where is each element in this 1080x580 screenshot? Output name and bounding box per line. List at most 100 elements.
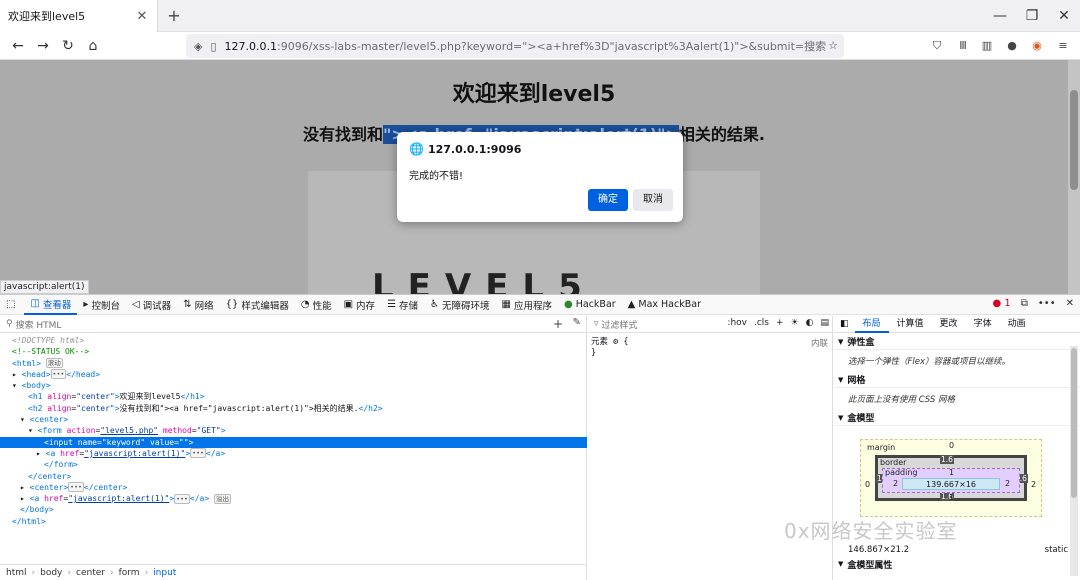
padding-bottom-value[interactable]: 1 (949, 493, 954, 502)
cls-button[interactable]: .cls (754, 318, 769, 328)
tab-performance[interactable]: ◔ 性能 (295, 295, 338, 315)
tab-computed[interactable]: 计算值 (889, 316, 932, 333)
light-mode-icon[interactable]: ☀ (791, 318, 799, 328)
box-model-border[interactable]: border 1.6 1.6 1.6 1.6 padding 1 1 2 2 1… (875, 455, 1028, 502)
breadcrumb-body[interactable]: body (40, 568, 62, 578)
flex-section-header[interactable]: ▼ 弹性盒 (834, 334, 1080, 350)
globe-icon: 🌐 (409, 142, 424, 156)
html-search-input[interactable]: 搜索 HTML (15, 318, 61, 331)
tab-close-icon[interactable]: ✕ (135, 9, 149, 24)
box-model-margin[interactable]: margin 0 0 2 border 1.6 1.6 1.6 1.6 padd… (860, 439, 1042, 517)
shield-icon[interactable]: ◈ (194, 40, 202, 53)
tree-row[interactable]: <h1 align="center">欢迎来到level5</h1> (0, 391, 587, 402)
browser-tab[interactable]: 欢迎来到level5 ✕ (0, 0, 158, 32)
gear-icon[interactable]: ⚙ (613, 337, 618, 347)
margin-top-value[interactable]: 0 (949, 441, 954, 450)
tab-hackbar[interactable]: ● HackBar (558, 295, 622, 315)
padding-top-value[interactable]: 1 (949, 468, 954, 477)
tree-row[interactable]: ▸ <center> ••• </center> (0, 482, 587, 493)
new-tab-button[interactable]: + (164, 6, 184, 26)
sidebar-icon[interactable]: ▥ (978, 38, 996, 54)
padding-right-value[interactable]: 2 (1005, 479, 1010, 488)
sidebar-toggle-icon[interactable]: ◧ (834, 319, 855, 329)
dock-icon[interactable]: ⧉ (1021, 298, 1028, 309)
margin-right-value[interactable]: 2 (1031, 480, 1036, 489)
tab-console[interactable]: ▸ 控制台 (77, 295, 126, 315)
breadcrumb-center[interactable]: center (76, 568, 105, 578)
breadcrumb-input[interactable]: input (153, 568, 176, 578)
minimize-button[interactable]: — (984, 4, 1016, 28)
hov-button[interactable]: :hov (727, 318, 747, 328)
tree-row[interactable]: ▾ <center> (0, 414, 587, 425)
url-bar[interactable]: ◈ ▯ 127.0.0.1:9096/xss-labs-master/level… (186, 34, 844, 58)
extension-icon[interactable]: ◉ (1028, 38, 1046, 54)
tab-memory[interactable]: ▣ 内存 (338, 295, 381, 315)
tab-accessibility[interactable]: ♿ 无障碍环境 (424, 295, 495, 315)
home-icon[interactable]: ⌂ (81, 36, 105, 56)
add-node-icon[interactable]: + (553, 317, 563, 331)
layout-scrollbar[interactable] (1070, 346, 1078, 576)
hackbar-icon: ● (564, 299, 573, 310)
dark-mode-icon[interactable]: ◐ (806, 318, 814, 328)
error-count[interactable]: ● 1 (992, 298, 1010, 309)
back-icon[interactable]: ← (6, 36, 30, 56)
tree-row[interactable]: ▾ <form action="level5.php" method="GET"… (0, 425, 587, 436)
tree-row[interactable]: <h2 align="center">没有找到和"><a href="javas… (0, 403, 587, 414)
tab-debugger[interactable]: ◁ 调试器 (126, 295, 177, 315)
layout-scrollbar-thumb[interactable] (1071, 348, 1077, 498)
account-icon[interactable]: ● (1003, 38, 1021, 54)
eyedropper-icon[interactable]: ✎ (573, 317, 581, 328)
bookmark-star-icon[interactable]: ☆ (824, 38, 842, 54)
reload-icon[interactable]: ↻ (56, 36, 80, 56)
page-info-icon[interactable]: ▯ (210, 40, 216, 53)
tree-row[interactable]: <!--STATUS OK--> (0, 346, 587, 357)
library-icon[interactable]: Ⅲ (954, 38, 972, 54)
page-scrollbar[interactable] (1068, 60, 1080, 294)
tab-max-hackbar[interactable]: ▲ Max HackBar (622, 295, 707, 315)
tab-animations[interactable]: 动画 (1000, 316, 1034, 333)
breadcrumb-html[interactable]: html (6, 568, 27, 578)
pocket-icon[interactable]: ⛉ (928, 38, 946, 54)
box-model-section-header[interactable]: ▼ 盒模型 (834, 410, 1080, 426)
restore-button[interactable]: ❐ (1016, 4, 1048, 28)
page-scrollbar-thumb[interactable] (1070, 90, 1078, 190)
tab-application[interactable]: ▦ 应用程序 (496, 295, 558, 315)
tab-storage[interactable]: ☰ 存储 (381, 295, 424, 315)
tree-row[interactable]: <html> 滚动 (0, 358, 587, 369)
tree-row[interactable]: ▸ <a href="javascript:alert(1)"> ••• </a> … (0, 493, 587, 504)
menu-icon[interactable]: ≡ (1054, 38, 1072, 54)
tree-row[interactable]: </form> (0, 459, 587, 470)
close-window-button[interactable]: ✕ (1048, 4, 1080, 28)
box-model-content[interactable]: 139.667×16 (902, 478, 1000, 490)
add-rule-icon[interactable]: + (776, 318, 784, 328)
tree-row[interactable]: </center> (0, 471, 587, 482)
tree-row[interactable]: ▸ <head> ••• </head> (0, 369, 587, 380)
tab-network[interactable]: ⇅ 网络 (177, 295, 219, 315)
grid-section-header[interactable]: ▼ 网格 (834, 372, 1080, 388)
filter-styles-input[interactable]: 过滤样式 (601, 318, 637, 331)
ok-button[interactable]: 确定 (588, 189, 628, 211)
close-devtools-icon[interactable]: ✕ (1066, 298, 1074, 309)
breadcrumb-form[interactable]: form (119, 568, 140, 578)
tab-inspector[interactable]: ◫ 查看器 (24, 295, 78, 315)
tab-style-editor[interactable]: {} 样式编辑器 (220, 295, 295, 315)
tab-layout[interactable]: 布局 (854, 316, 889, 333)
margin-left-value[interactable]: 0 (865, 480, 870, 489)
padding-left-value[interactable]: 2 (893, 479, 898, 488)
tree-row[interactable]: ▸ <a href="javascript:alert(1)"> ••• </a> (0, 448, 587, 459)
box-model-padding[interactable]: padding 1 1 2 2 139.667×16 (882, 468, 1020, 502)
border-top-value[interactable]: 1.6 (940, 455, 954, 464)
tree-row[interactable]: ▾ <body> (0, 380, 587, 391)
print-icon[interactable]: ▤ (820, 318, 829, 328)
box-props-section-header[interactable]: ▼ 盒模型属性 (834, 556, 1080, 572)
tab-fonts[interactable]: 字体 (966, 316, 1000, 333)
forward-icon[interactable]: → (31, 36, 55, 56)
tree-row[interactable]: </body> (0, 504, 587, 515)
element-picker-icon[interactable]: ⬚ (0, 295, 24, 315)
tab-changes[interactable]: 更改 (932, 316, 966, 333)
cancel-button[interactable]: 取消 (633, 189, 673, 211)
tree-row-selected[interactable]: <input name="keyword" value=""> (0, 436, 587, 448)
tree-row[interactable]: <!DOCTYPE html> (0, 335, 587, 346)
more-icon[interactable]: ••• (1038, 298, 1056, 309)
tree-row[interactable]: </html> (0, 516, 587, 527)
